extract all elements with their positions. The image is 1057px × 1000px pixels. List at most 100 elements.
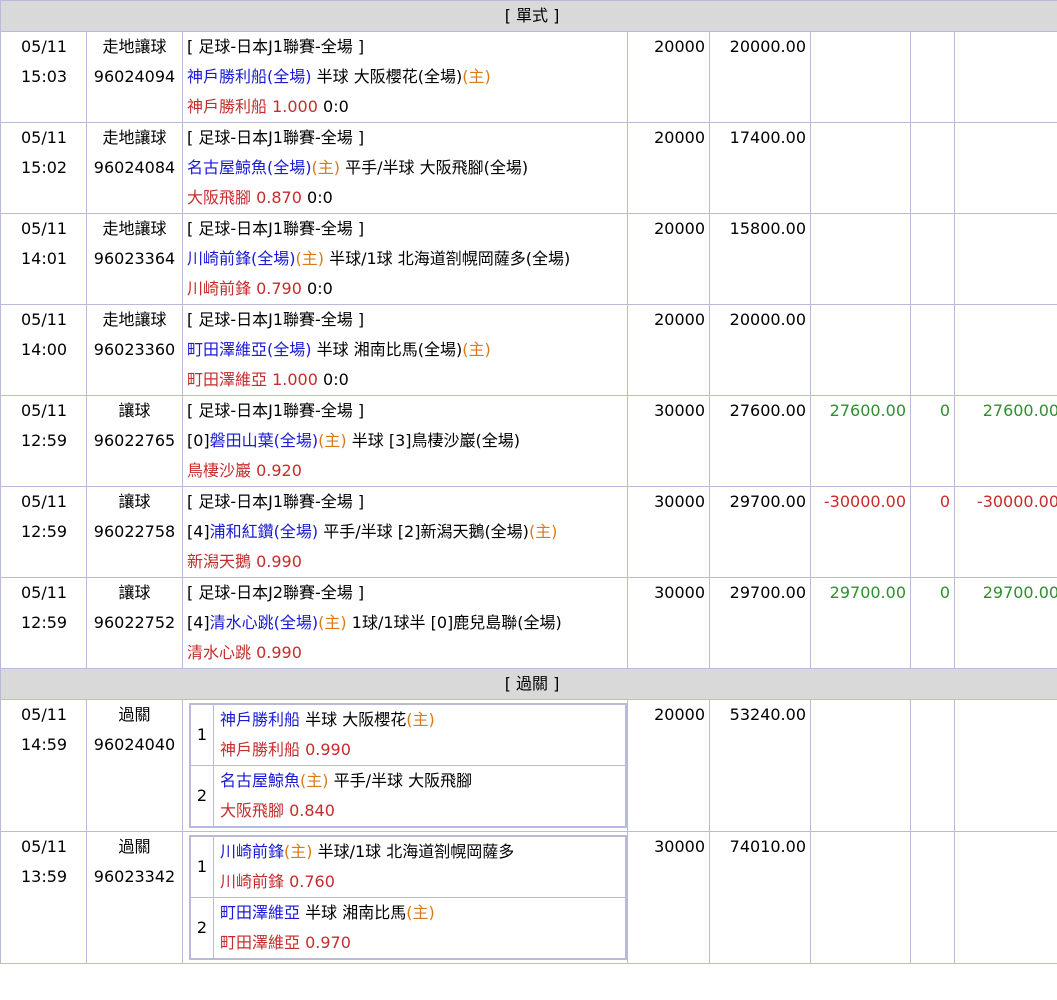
home-marker: (主) bbox=[318, 431, 347, 450]
leg-number: 1 bbox=[190, 704, 214, 766]
amount-cell bbox=[953, 122, 1057, 214]
score: 0:0 bbox=[323, 370, 349, 389]
score: 0:0 bbox=[307, 279, 333, 298]
home-team: 浦和紅鑽(全場) bbox=[209, 522, 319, 541]
home-team: 神戶勝利船 bbox=[220, 710, 301, 729]
league-label: [ 足球-日本J1聯賽-全場 ] bbox=[187, 492, 365, 511]
leg-row: 1 神戶勝利船 半球 大阪櫻花(主) 神戶勝利船 0.990 bbox=[190, 704, 626, 766]
bet-id: 96022765 bbox=[93, 431, 176, 450]
leg-detail: 町田澤維亞 半球 湘南比馬(主) 町田澤維亞 0.970 bbox=[213, 897, 626, 959]
amount-cell bbox=[953, 304, 1057, 396]
amount-cell bbox=[910, 304, 955, 396]
pick-team: 町田澤維亞 bbox=[187, 370, 268, 389]
amount-cell: 20000 bbox=[627, 213, 710, 305]
bet-datetime: 05/11 14:59 bbox=[0, 699, 87, 832]
amount-value: 29700.00 bbox=[729, 583, 806, 602]
bet-time: 14:01 bbox=[21, 249, 68, 268]
bet-datetime: 05/11 14:00 bbox=[0, 304, 87, 396]
match-line: 川崎前鋒(全場)(主) 半球/1球 北海道劄幌岡薩多(全場) bbox=[187, 244, 627, 274]
parlay-legs: 1 川崎前鋒(主) 半球/1球 北海道劄幌岡薩多 川崎前鋒 0.760 2 町田澤維亞 … bbox=[189, 835, 627, 960]
section-header-single-row: [ 單式 ] bbox=[0, 0, 1057, 32]
home-marker: (主) bbox=[300, 771, 329, 790]
bet-datetime: 05/11 13:59 bbox=[0, 831, 87, 964]
bet-type-id: 過關 96024040 bbox=[86, 699, 183, 832]
bet-type: 過關 bbox=[118, 705, 151, 724]
amount-cell: 74010.00 bbox=[709, 831, 811, 964]
bet-id: 96022758 bbox=[93, 522, 176, 541]
amount-cell bbox=[910, 213, 955, 305]
amount-cell: 27600.00 bbox=[953, 395, 1057, 487]
pick-odds: 0.970 bbox=[305, 933, 351, 952]
away-team: 大阪飛腳(全場) bbox=[419, 158, 529, 177]
bet-id: 96023342 bbox=[93, 867, 176, 886]
bet-date: 05/11 bbox=[21, 837, 68, 856]
handicap: 1球/1球半 bbox=[351, 613, 426, 632]
bet-time: 13:59 bbox=[21, 867, 68, 886]
bet-row: 05/11 12:59 讓球 96022758 [ 足球-日本J1聯賽-全場 ] [4]浦… bbox=[0, 486, 1057, 578]
bet-date: 05/11 bbox=[21, 492, 68, 511]
parlay-detail: 1 川崎前鋒(主) 半球/1球 北海道劄幌岡薩多 川崎前鋒 0.760 2 町田澤維亞 … bbox=[182, 831, 628, 964]
amount-cell bbox=[910, 122, 955, 214]
pick-team: 神戶勝利船 bbox=[187, 97, 268, 116]
bet-row: 05/11 14:00 走地讓球 96023360 [ 足球-日本J1聯賽-全場 ] 町田… bbox=[0, 304, 1057, 396]
amount-cell bbox=[910, 31, 955, 123]
amount-cell: 20000 bbox=[627, 699, 710, 832]
amount-cell: 29700.00 bbox=[709, 577, 811, 669]
bet-datetime: 05/11 12:59 bbox=[0, 577, 87, 669]
handicap: 半球 bbox=[351, 431, 384, 450]
bet-type-id: 讓球 96022758 bbox=[86, 486, 183, 578]
bet-detail: [ 足球-日本J1聯賽-全場 ] [4]浦和紅鑽(全場) 平手/半球 [2]新潟天… bbox=[182, 486, 628, 578]
home-team: 磐田山葉(全場) bbox=[209, 431, 319, 450]
pick-line: 町田澤維亞 1.000 0:0 bbox=[187, 365, 627, 395]
bet-row: 05/11 12:59 讓球 96022765 [ 足球-日本J1聯賽-全場 ] [0]磐… bbox=[0, 395, 1057, 487]
match-line: 川崎前鋒(主) 半球/1球 北海道劄幌岡薩多 bbox=[220, 837, 625, 867]
amount-value: 20000.00 bbox=[729, 37, 806, 56]
amount-value: 30000 bbox=[654, 401, 705, 420]
amount-cell: 29700.00 bbox=[953, 577, 1057, 669]
bet-time: 15:03 bbox=[21, 67, 68, 86]
bet-type: 走地讓球 bbox=[102, 37, 167, 56]
bet-type: 讓球 bbox=[118, 401, 151, 420]
bet-datetime: 05/11 14:01 bbox=[0, 213, 87, 305]
amount-value: 20000.00 bbox=[729, 310, 806, 329]
leg-number: 2 bbox=[190, 897, 214, 959]
parlay-detail: 1 神戶勝利船 半球 大阪櫻花(主) 神戶勝利船 0.990 2 名古屋鯨魚(主) 平手… bbox=[182, 699, 628, 832]
leg-detail: 名古屋鯨魚(主) 平手/半球 大阪飛腳 大阪飛腳 0.840 bbox=[213, 765, 626, 827]
amount-cell: 17400.00 bbox=[709, 122, 811, 214]
bet-datetime: 05/11 12:59 bbox=[0, 486, 87, 578]
leg-row: 2 名古屋鯨魚(主) 平手/半球 大阪飛腳 大阪飛腳 0.840 bbox=[190, 765, 626, 827]
away-marker: (主) bbox=[406, 710, 435, 729]
pick-line: 新潟天鵝 0.990 bbox=[187, 547, 627, 577]
amount-cell: 0 bbox=[910, 395, 955, 487]
bet-type-id: 讓球 96022752 bbox=[86, 577, 183, 669]
home-team: 町田澤維亞(全場) bbox=[187, 340, 312, 359]
amount-cell bbox=[810, 31, 911, 123]
bet-type: 走地讓球 bbox=[102, 310, 167, 329]
amount-value: 30000 bbox=[654, 583, 705, 602]
amount-value: 29700.00 bbox=[982, 583, 1057, 602]
bet-type-id: 走地讓球 96023360 bbox=[86, 304, 183, 396]
pick-odds: 0.870 bbox=[256, 188, 302, 207]
bet-detail: [ 足球-日本J1聯賽-全場 ] 神戶勝利船(全場) 半球 大阪櫻花(全場)(主)… bbox=[182, 31, 628, 123]
handicap: 平手/半球 bbox=[333, 771, 404, 790]
leg-detail: 川崎前鋒(主) 半球/1球 北海道劄幌岡薩多 川崎前鋒 0.760 bbox=[213, 836, 626, 898]
amount-value: 20000 bbox=[654, 219, 705, 238]
pick-team: 大阪飛腳 bbox=[220, 801, 285, 820]
away-team: 大阪櫻花 bbox=[342, 710, 407, 729]
amount-cell: 20000 bbox=[627, 122, 710, 214]
amount-cell: 29700.00 bbox=[810, 577, 911, 669]
pick-line: 神戶勝利船 0.990 bbox=[220, 735, 625, 765]
leg-number: 2 bbox=[190, 765, 214, 827]
bet-type-id: 走地讓球 96024094 bbox=[86, 31, 183, 123]
bet-time: 14:00 bbox=[21, 340, 68, 359]
away-team: 北海道劄幌岡薩多(全場) bbox=[397, 249, 571, 268]
bet-type: 走地讓球 bbox=[102, 128, 167, 147]
home-rank: [0] bbox=[187, 431, 210, 450]
amount-value: 53240.00 bbox=[729, 705, 806, 724]
amount-value: 20000 bbox=[654, 310, 705, 329]
handicap: 半球 bbox=[305, 710, 338, 729]
bet-detail: [ 足球-日本J1聯賽-全場 ] [0]磐田山葉(全場)(主) 半球 [3]鳥棲沙… bbox=[182, 395, 628, 487]
section-header-parlay: [ 過關 ] bbox=[0, 668, 1057, 700]
home-rank: [4] bbox=[187, 522, 210, 541]
bet-time: 12:59 bbox=[21, 522, 68, 541]
